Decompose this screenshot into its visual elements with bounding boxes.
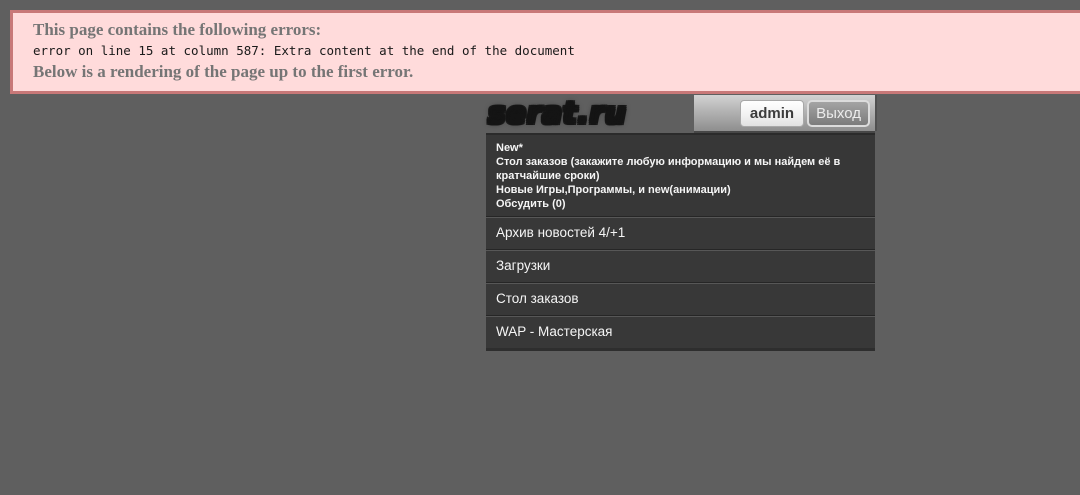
error-banner-heading: This page contains the following errors: <box>33 20 322 39</box>
news-text-order-desk: Стол заказов (закажите любую информацию … <box>496 156 841 182</box>
news-text-new-games: Новые Игры,Программы, и new(анимации) <box>496 184 731 196</box>
menu-item-news-archive[interactable]: Архив новостей 4/+1 <box>486 216 875 249</box>
news-block: New* Стол заказов (закажите любую информ… <box>486 135 875 216</box>
menu-item-wap-workshop[interactable]: WAP - Мастерская <box>486 315 875 348</box>
logout-button[interactable]: Выход <box>807 99 870 127</box>
news-badge: New* <box>496 142 523 154</box>
site-logo: serat.ru <box>488 96 627 130</box>
discuss-link[interactable]: Обсудить (0) <box>496 197 865 211</box>
username-button[interactable]: admin <box>739 99 805 127</box>
menu-item-downloads[interactable]: Загрузки <box>486 249 875 282</box>
user-bar: admin Выход <box>694 95 875 131</box>
menu-item-order-desk[interactable]: Стол заказов <box>486 282 875 315</box>
rendered-page: serat.ru admin Выход New* Стол заказов (… <box>486 95 875 351</box>
main-menu: New* Стол заказов (закажите любую информ… <box>486 133 875 351</box>
error-banner-subheading: Below is a rendering of the page up to t… <box>33 62 414 81</box>
error-detail-text: error on line 15 at column 587: Extra co… <box>33 43 575 58</box>
xml-error-banner: This page contains the following errors:… <box>10 10 1080 94</box>
page-header: serat.ru admin Выход <box>486 95 875 133</box>
